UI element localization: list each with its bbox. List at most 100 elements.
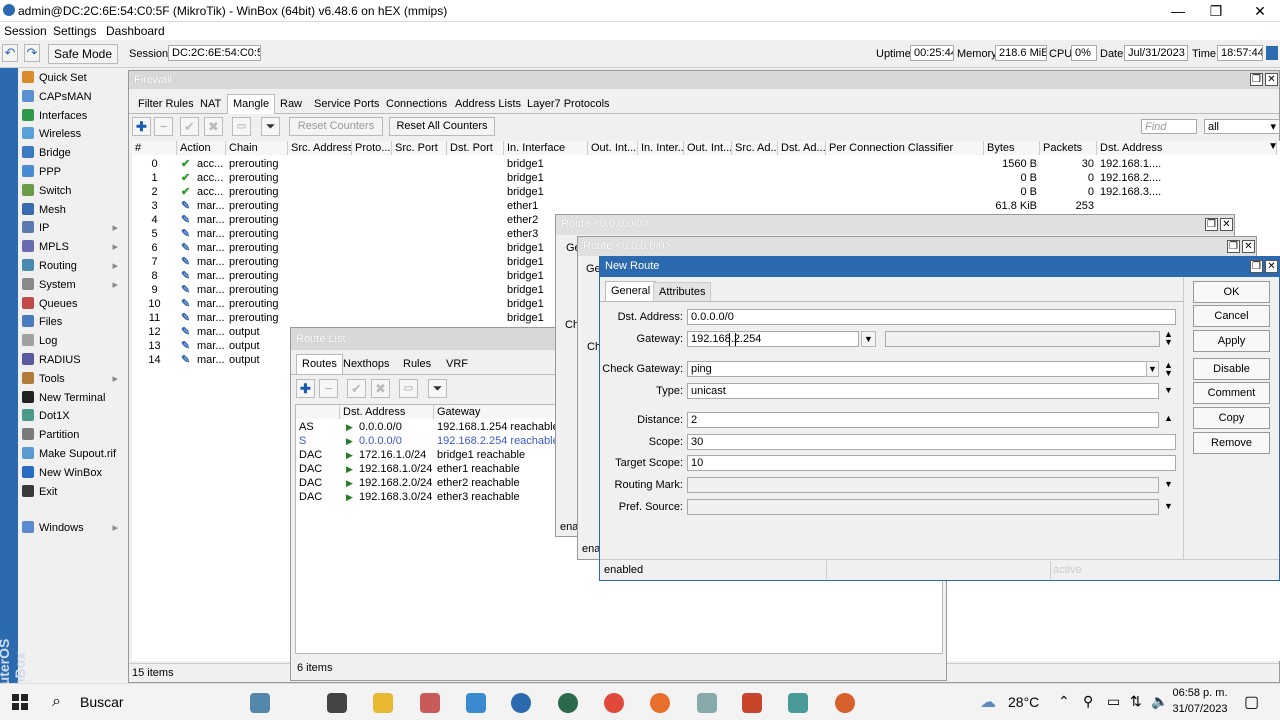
close-button[interactable]: ✕ [1240, 2, 1280, 20]
windows-start-icon[interactable] [12, 694, 28, 710]
add-icon[interactable]: ✚ [132, 117, 151, 136]
sidebar-item-log[interactable]: Log [22, 332, 126, 350]
sidebar-item-mesh[interactable]: Mesh [22, 201, 126, 219]
undo-button[interactable]: ↶ [2, 44, 18, 62]
tab-nexthops[interactable]: Nexthops [337, 354, 395, 374]
tab-rules[interactable]: Rules [397, 354, 437, 374]
sidebar-item-wireless[interactable]: Wireless [22, 125, 126, 143]
sidebar-item-quick-set[interactable]: Quick Set [22, 69, 126, 87]
table-row[interactable]: 0 ✔ acc... prerouting bridge1 1560 B 30 192.168… [132, 157, 1280, 171]
add-route-icon[interactable]: ✚ [296, 379, 315, 398]
dst-address-input[interactable]: 0.0.0.0/0 [687, 309, 1176, 325]
clock-date[interactable]: 31/07/2023 [1172, 703, 1228, 715]
column-header[interactable]: Dst. Address [340, 405, 434, 419]
redo-button[interactable]: ↷ [24, 44, 40, 62]
column-header[interactable]: Packets [1040, 141, 1097, 155]
maximize-icon[interactable]: ❐ [1227, 240, 1240, 253]
column-header[interactable]: Out. Int... [684, 141, 732, 155]
chrome-icon[interactable] [604, 693, 624, 713]
taskbar-search[interactable]: Buscar [80, 694, 124, 710]
sidebar-item-capsman[interactable]: CAPsMAN [22, 88, 126, 106]
app-icon[interactable] [466, 693, 486, 713]
filter-route-icon[interactable]: ⏷ [428, 379, 447, 398]
routing-mark-dropdown-icon[interactable]: ▼ [1164, 479, 1173, 489]
search-icon[interactable]: ⌕ [52, 693, 61, 711]
photos-icon[interactable] [697, 693, 717, 713]
tab-connections[interactable]: Connections [380, 94, 453, 114]
weather-temp[interactable]: 28°C [1008, 694, 1039, 710]
clock-time[interactable]: 06:58 p. m. [1172, 687, 1228, 699]
app-icon[interactable] [788, 693, 808, 713]
firefox-icon[interactable] [650, 693, 670, 713]
disable-button[interactable]: Disable [1193, 358, 1270, 380]
pref-source-dropdown-icon[interactable]: ▼ [1164, 501, 1173, 511]
tab-address-lists[interactable]: Address Lists [449, 94, 527, 114]
sidebar-item-make-supout-rif[interactable]: Make Supout.rif [22, 445, 126, 463]
sidebar-item-partition[interactable]: Partition [22, 426, 126, 444]
table-row[interactable]: 2 ✔ acc... prerouting bridge1 0 B 0 192.168.3..… [132, 185, 1280, 199]
column-header[interactable]: In. Inter... [638, 141, 684, 155]
filter-select[interactable]: all ▾ [1204, 119, 1280, 134]
remove-icon[interactable]: − [154, 117, 173, 136]
network-icon[interactable]: ⇅ [1130, 693, 1142, 710]
apply-button[interactable]: Apply [1193, 330, 1270, 352]
maximize-icon[interactable]: ❐ [1250, 260, 1263, 273]
column-header[interactable]: Out. Int... [588, 141, 638, 155]
disable-route-icon[interactable]: ✖ [371, 379, 390, 398]
session-field[interactable]: DC:2C:6E:54:C0:5F [168, 45, 261, 61]
task-view-icon[interactable] [327, 693, 347, 713]
notification-icon[interactable]: ▢ [1244, 692, 1259, 712]
distance-input[interactable]: 2 [687, 412, 1159, 428]
table-row[interactable]: 1 ✔ acc... prerouting bridge1 0 B 0 192.168.2..… [132, 171, 1280, 185]
menu-dashboard[interactable]: Dashboard [106, 24, 165, 38]
column-header[interactable]: Proto... [352, 141, 392, 155]
cancel-button[interactable]: Cancel [1193, 305, 1270, 327]
distance-collapse-icon[interactable]: ▲ [1164, 413, 1173, 423]
column-header[interactable]: Action [177, 141, 226, 155]
column-header[interactable]: Dst. Address [1097, 141, 1277, 155]
column-header[interactable]: In. Interface [504, 141, 588, 155]
maximize-icon[interactable]: ❐ [1250, 73, 1263, 86]
comment-route-icon[interactable]: ▭ [399, 379, 418, 398]
close-icon[interactable]: ✕ [1265, 73, 1278, 86]
sidebar-item-interfaces[interactable]: Interfaces [22, 107, 126, 125]
column-header[interactable]: Src. Address [288, 141, 352, 155]
column-header[interactable] [296, 405, 340, 419]
routing-mark-select[interactable] [687, 477, 1159, 493]
column-menu-icon[interactable]: ▼ [1268, 141, 1278, 152]
column-header[interactable]: Dst. Ad... [778, 141, 826, 155]
find-input[interactable]: Find [1141, 119, 1197, 134]
sidebar-item-queues[interactable]: Queues [22, 295, 126, 313]
snipping-tool-icon[interactable] [420, 693, 440, 713]
check-gateway-select[interactable]: ping [687, 361, 1159, 377]
comment-icon[interactable]: ▭ [232, 117, 251, 136]
safe-mode-button[interactable]: Safe Mode [48, 44, 118, 64]
sidebar-item-routing[interactable]: Routing ▸ [22, 257, 126, 275]
comment-button[interactable]: Comment [1193, 382, 1270, 404]
sidebar-item-system[interactable]: System ▸ [22, 276, 126, 294]
table-row[interactable]: 3 ✎ mar... prerouting ether1 61.8 KiB 253 [132, 199, 1280, 213]
tab-mangle[interactable]: Mangle [227, 94, 276, 114]
copy-button[interactable]: Copy [1193, 407, 1270, 429]
column-header[interactable]: Per Connection Classifier [826, 141, 984, 155]
sidebar-item-radius[interactable]: RADIUS [22, 351, 126, 369]
sidebar-item-exit[interactable]: Exit [22, 483, 126, 501]
tab-raw[interactable]: Raw [274, 94, 308, 114]
gateway-dropdown-icon[interactable]: ▼ [861, 331, 876, 347]
filter-icon[interactable]: ⏷ [261, 117, 280, 136]
sidebar-item-windows[interactable]: Windows ▸ [22, 519, 126, 537]
sidebar-item-new-terminal[interactable]: New Terminal [22, 389, 126, 407]
minimize-button[interactable]: — [1158, 2, 1198, 20]
tab-filter-rules[interactable]: Filter Rules [132, 94, 200, 114]
sidebar-item-tools[interactable]: Tools ▸ [22, 370, 126, 388]
gateway-updown-icon[interactable]: ▲ ▼ [1164, 330, 1173, 347]
pref-source-select[interactable] [687, 499, 1159, 515]
sidebar-item-new-winbox[interactable]: New WinBox [22, 464, 126, 482]
upwork-icon[interactable] [558, 693, 578, 713]
reset-all-counters-button[interactable]: Reset All Counters [389, 117, 495, 136]
column-header[interactable]: Dst. Port [447, 141, 504, 155]
column-header[interactable]: # [132, 141, 177, 155]
maximize-icon[interactable]: ❐ [1205, 218, 1218, 231]
app-icon[interactable] [835, 693, 855, 713]
chevron-up-icon[interactable]: ⌃ [1058, 693, 1070, 710]
